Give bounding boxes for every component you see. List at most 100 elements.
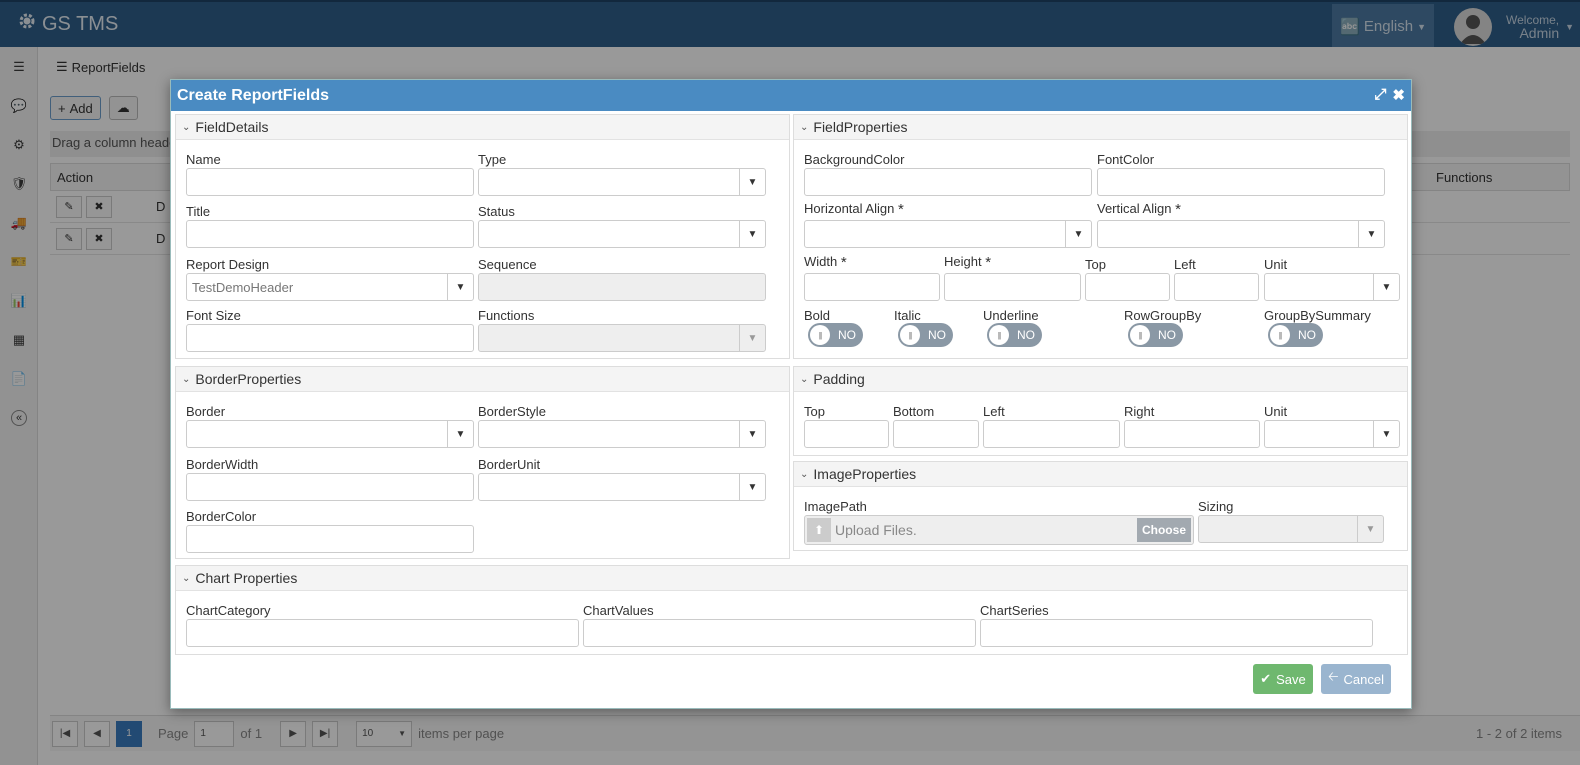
unit-label: Unit [1264, 257, 1288, 272]
caret-down-icon: ▼ [739, 169, 765, 195]
chart-category-input[interactable] [186, 619, 579, 647]
unit-select[interactable]: ▼ [1264, 273, 1400, 301]
sequence-label: Sequence [478, 257, 537, 272]
caret-down-icon: ▼ [447, 421, 473, 447]
border-color-label: BorderColor [186, 509, 257, 524]
chart-series-input[interactable] [980, 619, 1373, 647]
sizing-label: Sizing [1198, 499, 1234, 514]
rowgroupby-toggle[interactable]: ||| NO [1128, 323, 1183, 347]
maximize-icon[interactable]: ⤢ [1374, 86, 1386, 104]
toggle-knob: ||| [989, 325, 1009, 345]
required-mark: * [985, 254, 992, 271]
chevron-down-icon: ⌄ [800, 121, 809, 133]
top-input[interactable] [1085, 273, 1170, 301]
padding-bottom-input[interactable] [893, 420, 979, 448]
required-mark: * [1175, 201, 1181, 218]
bold-label: Bold [804, 308, 831, 323]
panel-title: FieldDetails [195, 119, 269, 135]
padding-top-input[interactable] [804, 420, 889, 448]
italic-toggle[interactable]: ||| NO [898, 323, 953, 347]
font-size-label: Font Size [186, 308, 241, 323]
chart-values-input[interactable] [583, 619, 976, 647]
choose-button[interactable]: Choose [1137, 518, 1191, 542]
width-input[interactable] [804, 273, 940, 301]
padding-unit-select[interactable]: ▼ [1264, 420, 1400, 448]
status-label: Status [478, 204, 515, 219]
panel-header[interactable]: ⌄ Padding [794, 367, 1407, 392]
save-button[interactable]: ✔ Save [1253, 664, 1313, 694]
toggle-knob: ||| [1130, 325, 1150, 345]
title-label: Title [186, 204, 211, 219]
type-select[interactable]: ▼ [478, 168, 766, 196]
chart-values-label: ChartValues [583, 603, 654, 618]
underline-label: Underline [983, 308, 1039, 323]
report-design-label: Report Design [186, 257, 270, 272]
rowgroupby-label: RowGroupBy [1124, 308, 1202, 323]
chevron-down-icon: ⌄ [800, 468, 809, 480]
dialog-title: Create ReportFields [177, 87, 330, 104]
underline-toggle[interactable]: ||| NO [987, 323, 1042, 347]
chevron-down-icon: ⌄ [800, 373, 809, 385]
padding-right-input[interactable] [1124, 420, 1260, 448]
panel-header[interactable]: ⌄ BorderProperties [176, 367, 789, 392]
border-properties-panel: ⌄ BorderProperties Border ▼ BorderStyle ▼… [175, 366, 790, 559]
chart-properties-panel: ⌄ Chart Properties ChartCategory ChartVal… [175, 565, 1408, 655]
name-input[interactable] [186, 168, 474, 196]
report-design-select[interactable]: TestDemoHeader ▼ [186, 273, 474, 301]
panel-title: BorderProperties [195, 371, 302, 387]
caret-down-icon: ▼ [739, 474, 765, 500]
background-color-label: BackgroundColor [804, 152, 905, 167]
height-label: Height * [944, 254, 991, 271]
font-color-label: FontColor [1097, 152, 1155, 167]
font-size-input[interactable] [186, 324, 474, 352]
close-icon[interactable]: ✖ [1392, 86, 1405, 104]
width-text: Width [804, 254, 838, 269]
panel-header[interactable]: ⌄ FieldDetails [176, 115, 789, 140]
panel-title: FieldProperties [813, 119, 908, 135]
caret-down-icon: ▼ [1373, 274, 1399, 300]
caret-down-icon: ▼ [1357, 516, 1383, 542]
image-upload[interactable]: ⬆ Upload Files. Choose [804, 515, 1194, 545]
bold-toggle[interactable]: ||| NO [808, 323, 863, 347]
panel-title: Chart Properties [195, 570, 298, 586]
left-input[interactable] [1174, 273, 1259, 301]
padding-panel: ⌄ Padding Top Bottom Left Right Unit ▼ [793, 366, 1408, 456]
cancel-button[interactable]: 🡠 Cancel [1321, 664, 1391, 694]
toggle-knob: ||| [900, 325, 920, 345]
border-style-label: BorderStyle [478, 404, 546, 419]
padding-top-label: Top [804, 404, 825, 419]
height-input[interactable] [944, 273, 1081, 301]
background-color-input[interactable] [804, 168, 1092, 196]
caret-down-icon: ▼ [739, 325, 765, 351]
horizontal-align-select[interactable]: ▼ [804, 220, 1092, 248]
border-select[interactable]: ▼ [186, 420, 474, 448]
functions-label: Functions [478, 308, 535, 323]
caret-down-icon: ▼ [739, 221, 765, 247]
toggle-text: NO [1158, 328, 1176, 342]
vertical-align-select[interactable]: ▼ [1097, 220, 1385, 248]
border-style-select[interactable]: ▼ [478, 420, 766, 448]
panel-header[interactable]: ⌄ ImageProperties [794, 462, 1407, 487]
vertical-align-label: Vertical Align * [1097, 201, 1181, 218]
border-unit-select[interactable]: ▼ [478, 473, 766, 501]
border-color-input[interactable] [186, 525, 474, 553]
panel-header[interactable]: ⌄ Chart Properties [176, 566, 1407, 591]
font-color-input[interactable] [1097, 168, 1385, 196]
width-label: Width * [804, 254, 847, 271]
caret-down-icon: ▼ [739, 421, 765, 447]
dialog-header: Create ReportFields ⤢ ✖ [171, 80, 1411, 111]
groupbysummary-label: GroupBySummary [1264, 308, 1371, 323]
panel-header[interactable]: ⌄ FieldProperties [794, 115, 1407, 140]
padding-left-label: Left [983, 404, 1005, 419]
padding-right-label: Right [1124, 404, 1155, 419]
border-width-input[interactable] [186, 473, 474, 501]
caret-down-icon: ▼ [1358, 221, 1384, 247]
status-select[interactable]: ▼ [478, 220, 766, 248]
border-unit-label: BorderUnit [478, 457, 541, 472]
padding-left-input[interactable] [983, 420, 1120, 448]
toggle-text: NO [838, 328, 856, 342]
title-input[interactable] [186, 220, 474, 248]
groupbysummary-toggle[interactable]: ||| NO [1268, 323, 1323, 347]
horizontal-align-label: Horizontal Align * [804, 201, 904, 218]
horizontal-align-text: Horizontal Align [804, 201, 895, 216]
